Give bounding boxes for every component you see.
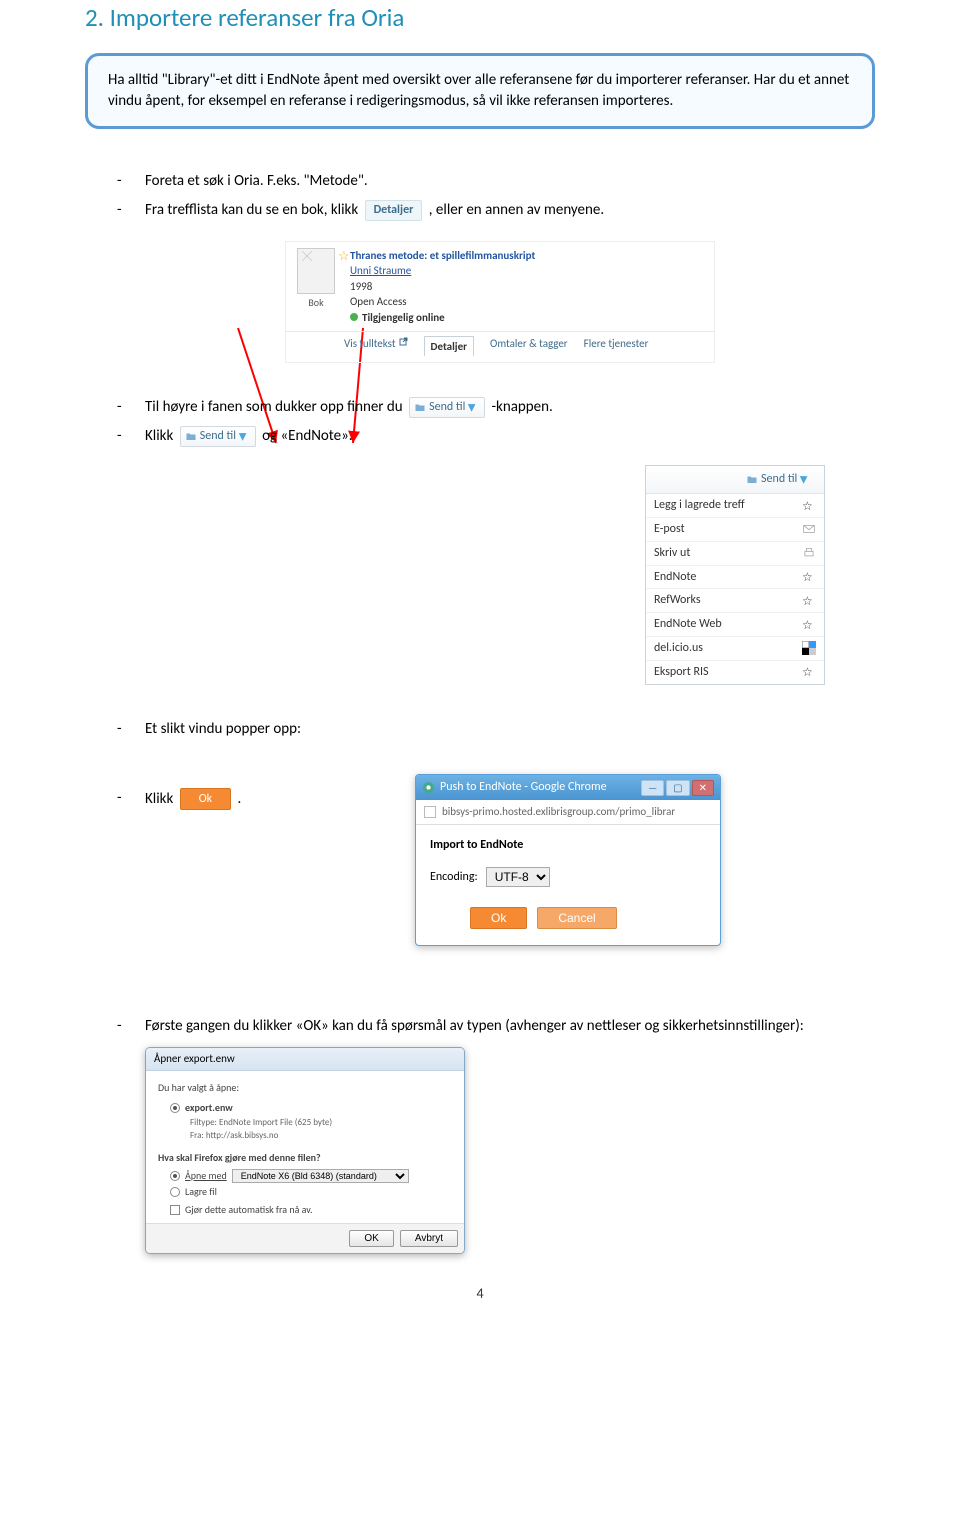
t2: og «EndNote». xyxy=(262,427,353,445)
star-icon: ☆ xyxy=(802,570,816,584)
text-suffix: , eller en annen av menyene. xyxy=(429,201,604,219)
type-label: Bok xyxy=(308,296,323,309)
result-year: 1998 xyxy=(350,279,535,294)
t: Klikk xyxy=(145,427,177,445)
dd-item-endnote-web[interactable]: EndNote Web ☆ xyxy=(646,613,824,637)
bullet-first-time-ok: Første gangen du klikker «OK» kan du få … xyxy=(117,1016,875,1037)
l: Send til xyxy=(761,471,797,488)
export-filename: export.enw xyxy=(185,1101,233,1115)
star-icon: ☆ xyxy=(802,665,816,679)
send-til-dropdown: Send til ▶ Legg i lagrede treff ☆ E-post… xyxy=(645,465,825,684)
bullet-search-oria: Foreta et søk i Oria. F.eks. "Metode". xyxy=(117,171,875,192)
export-filetype: Filtype: EndNote Import File (625 byte) xyxy=(190,1117,452,1130)
availability-dot-icon xyxy=(350,313,358,321)
section-heading: 2. Importere referanser fra Oria xyxy=(85,0,875,35)
maximize-button[interactable]: ▢ xyxy=(666,780,689,796)
window-title: Push to EndNote - Google Chrome xyxy=(440,779,607,796)
result-title[interactable]: Thranes metode: et spillefilmmanuskript xyxy=(350,248,535,263)
book-thumbnail xyxy=(297,248,335,294)
export-cancel-button[interactable]: Avbryt xyxy=(400,1230,458,1247)
star-icon: ☆ xyxy=(802,594,816,608)
radio-open-file[interactable] xyxy=(170,1103,180,1113)
dialog-ok-button[interactable]: Ok xyxy=(470,907,527,929)
bullet-popup: Et slikt vindu popper opp: xyxy=(117,719,405,740)
favorite-star-icon[interactable]: ☆ xyxy=(338,248,350,266)
star-icon: ☆ xyxy=(802,618,816,632)
chevron-down-icon: ▶ xyxy=(236,433,250,441)
info-callout: Ha alltid "Library"-et ditt i EndNote åp… xyxy=(85,53,875,129)
text-prefix: Fra trefflista kan du se en bok, klikk xyxy=(145,201,362,219)
ok-button-inline[interactable]: Ok xyxy=(180,788,231,811)
export-title: Åpner export.enw xyxy=(146,1048,464,1070)
export-from: Fra: http://ask.bibsys.no xyxy=(190,1130,452,1143)
page-number: 4 xyxy=(85,1284,875,1304)
folder-icon xyxy=(185,431,197,443)
availability-label: Tilgjengelig online xyxy=(362,310,445,325)
tab-flere-tjenester[interactable]: Flere tjenester xyxy=(584,336,649,356)
send-til-button-2[interactable]: Send til ▶ xyxy=(180,426,256,447)
encoding-label: Encoding: xyxy=(430,869,478,886)
radio-save-file[interactable] xyxy=(170,1187,180,1197)
oria-search-result: Bok ☆ Thranes metode: et spillefilmmanus… xyxy=(285,241,715,363)
dialog-heading: Import to EndNote xyxy=(430,837,706,854)
url-text: bibsys-primo.hosted.exlibrisgroup.com/pr… xyxy=(442,804,675,819)
star-icon: ☆ xyxy=(802,499,816,513)
t2: . xyxy=(238,790,242,808)
encoding-select[interactable]: UTF-8 xyxy=(486,867,550,887)
tab-detaljer[interactable]: Detaljer xyxy=(424,336,475,356)
send-til-button-3[interactable]: Send til ▶ xyxy=(742,470,816,489)
detaljer-label: Detaljer xyxy=(374,202,414,219)
send-til-label: Send til xyxy=(429,399,465,416)
dd-item-endnote[interactable]: EndNote ☆ xyxy=(646,566,824,590)
bullet-klikk-ok: Klikk Ok . xyxy=(117,788,405,811)
dialog-cancel-button[interactable]: Cancel xyxy=(537,907,616,929)
delicious-icon xyxy=(802,641,816,655)
auto-checkbox[interactable] xyxy=(170,1205,180,1215)
radio-open-with[interactable] xyxy=(170,1171,180,1181)
t: Klikk xyxy=(145,790,177,808)
bullet-klikk-endnote: Klikk Send til ▶ og «EndNote». xyxy=(117,426,353,447)
t2: -knappen. xyxy=(491,398,552,416)
print-icon xyxy=(802,546,816,560)
export-q2: Hva skal Firefox gjøre med denne filen? xyxy=(158,1151,452,1165)
export-dialog: Åpner export.enw Du har valgt å åpne: ex… xyxy=(145,1047,465,1254)
t: Til høyre i fanen som dukker opp finner … xyxy=(145,398,406,416)
chevron-down-icon: ▶ xyxy=(797,476,811,484)
result-open-access: Open Access xyxy=(350,294,535,309)
page-icon xyxy=(424,806,436,818)
send-til-label: Send til xyxy=(200,428,236,445)
tab-omtaler[interactable]: Omtaler & tagger xyxy=(490,336,568,356)
save-file-label: Lagre fil xyxy=(185,1185,217,1199)
dd-item-legg-i-lagrede[interactable]: Legg i lagrede treff ☆ xyxy=(646,494,824,518)
chevron-down-icon: ▶ xyxy=(465,404,479,412)
folder-icon xyxy=(746,474,758,486)
export-q1: Du har valgt å åpne: xyxy=(158,1081,452,1095)
close-button[interactable]: ✕ xyxy=(692,780,714,796)
dd-item-epost[interactable]: E-post xyxy=(646,518,824,542)
minimize-button[interactable]: — xyxy=(641,780,664,796)
open-with-label: Åpne med xyxy=(185,1169,227,1183)
bullet-send-til: Til høyre i fanen som dukker opp finner … xyxy=(117,397,875,418)
chrome-icon xyxy=(422,781,435,794)
folder-icon xyxy=(414,402,426,414)
detaljer-button[interactable]: Detaljer xyxy=(365,200,423,221)
dd-item-eksport-ris[interactable]: Eksport RIS ☆ xyxy=(646,661,824,684)
mail-icon xyxy=(802,522,816,536)
result-author[interactable]: Unni Straume xyxy=(350,263,535,278)
auto-label: Gjør dette automatisk fra nå av. xyxy=(185,1203,312,1217)
chrome-dialog: Push to EndNote - Google Chrome — ▢ ✕ bi… xyxy=(415,774,721,946)
open-with-select[interactable]: EndNote X6 (Bld 6348) (standard) xyxy=(232,1169,409,1183)
bullet-trefflista: Fra trefflista kan du se en bok, klikk D… xyxy=(117,200,875,221)
send-til-button[interactable]: Send til ▶ xyxy=(409,397,485,418)
export-ok-button[interactable]: OK xyxy=(349,1230,393,1247)
tab-vis-fulltekst[interactable]: Vis fulltekst xyxy=(344,336,408,356)
dd-item-delicious[interactable]: del.icio.us xyxy=(646,637,824,661)
dd-item-refworks[interactable]: RefWorks ☆ xyxy=(646,589,824,613)
dd-item-skriv-ut[interactable]: Skriv ut xyxy=(646,542,824,566)
